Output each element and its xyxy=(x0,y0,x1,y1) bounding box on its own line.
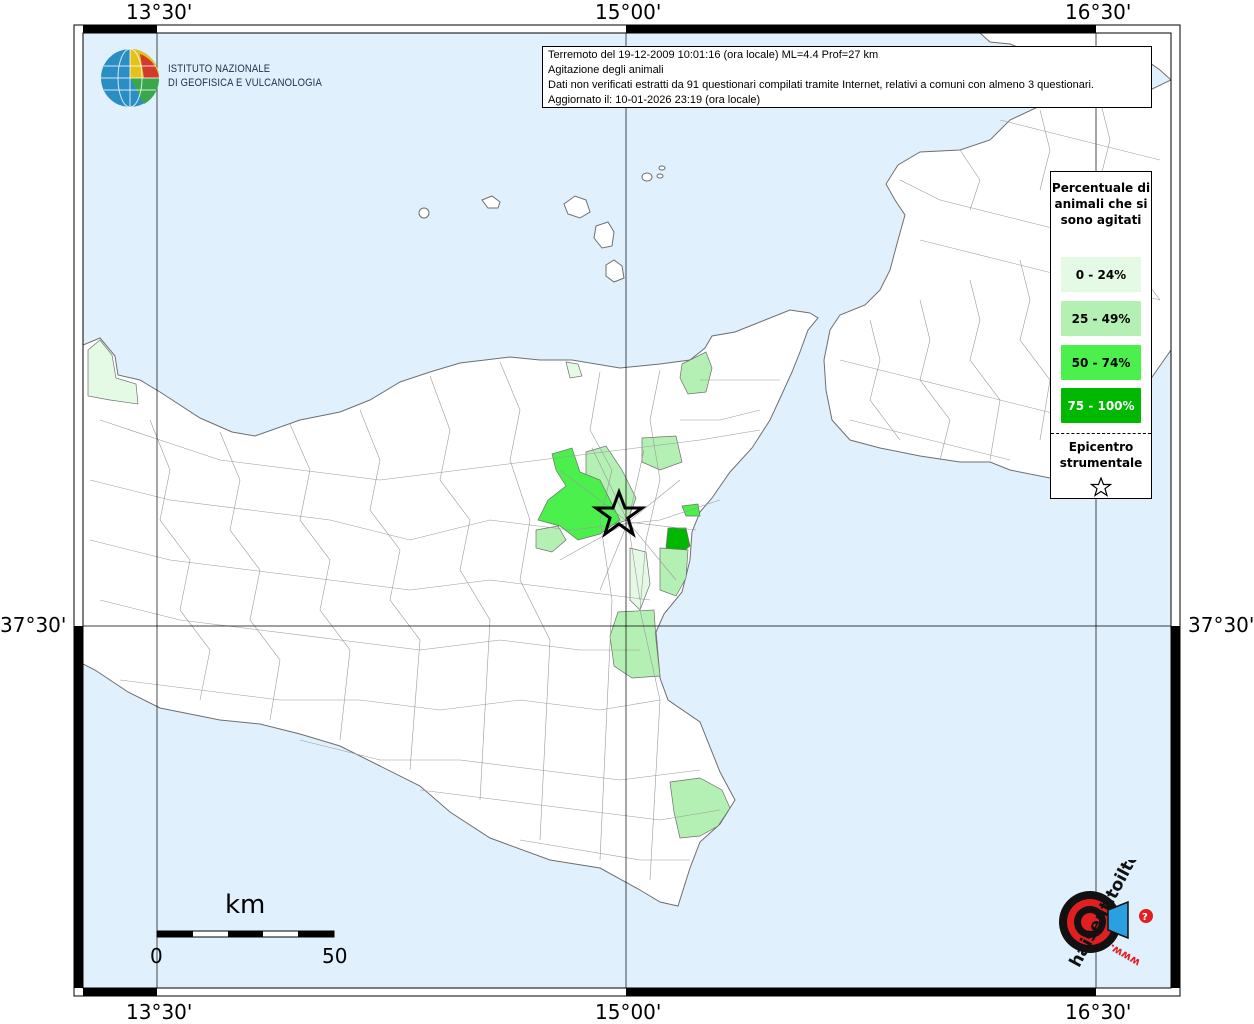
haisentito-logo-url: www. xyxy=(1107,941,1143,969)
data-note: Dati non verificati estratti da 91 quest… xyxy=(548,79,1094,91)
scale-start: 0 xyxy=(150,944,163,968)
legend-title: Percentuale di animali che si sono agita… xyxy=(1051,181,1151,227)
legend-class-0: 0 - 24% xyxy=(1061,257,1141,292)
lat-label-right: 37°30' xyxy=(1188,613,1254,637)
lon-label-top-3: 16°30' xyxy=(1065,0,1132,24)
lon-label-top-2: 15°00' xyxy=(595,0,662,24)
ingv-logo-line1: ISTITUTO NAZIONALE xyxy=(168,63,271,75)
lon-label-bottom-3: 16°30' xyxy=(1065,1000,1132,1024)
haisentito-target-icon: ? haisentitoilterremoto.it www. xyxy=(1059,762,1190,971)
legend-star-icon xyxy=(1090,477,1112,497)
ingv-logo-line2: DI GEOFISICA E VULCANOLOGIA xyxy=(168,77,322,89)
legend-class-2-label: 50 - 74% xyxy=(1071,355,1131,370)
scale-bar xyxy=(156,930,335,938)
legend-separator xyxy=(1051,433,1151,434)
legend-class-1: 25 - 49% xyxy=(1061,301,1141,336)
legend-class-1-label: 25 - 49% xyxy=(1071,311,1131,326)
lon-label-top-1: 13°30' xyxy=(126,0,193,24)
lat-label-left: 37°30' xyxy=(0,613,67,637)
legend-epicenter-label: Epicentro strumentale xyxy=(1059,440,1143,470)
svg-text:?: ? xyxy=(1142,912,1148,923)
ingv-logo: ISTITUTO NAZIONALE DI GEOFISICA E VULCAN… xyxy=(100,48,322,108)
event-info-box: Terremoto del 19-12-2009 10:01:16 (ora l… xyxy=(542,46,1152,108)
event-title: Terremoto del 19-12-2009 10:01:16 (ora l… xyxy=(548,49,879,61)
legend-class-0-label: 0 - 24% xyxy=(1075,267,1127,282)
ingv-globe-icon xyxy=(101,48,160,108)
legend: Percentuale di animali che si sono agita… xyxy=(1050,171,1152,499)
legend-class-2: 50 - 74% xyxy=(1061,345,1141,380)
svg-text:www.: www. xyxy=(1107,941,1143,969)
legend-class-3: 75 - 100% xyxy=(1061,388,1141,423)
legend-class-3-label: 75 - 100% xyxy=(1067,398,1135,413)
scale-end: 50 xyxy=(322,944,348,968)
update-time: Aggiornato il: 10-01-2026 23:19 (ora loc… xyxy=(548,94,761,106)
region-catania xyxy=(609,609,661,679)
lon-label-bottom-2: 15°00' xyxy=(595,1000,662,1024)
lon-label-bottom-1: 13°30' xyxy=(126,1000,193,1024)
scale-unit: km xyxy=(225,890,266,920)
map-subtitle: Agitazione degli animali xyxy=(548,64,664,76)
haisentito-logo[interactable]: ? haisentitoilterremoto.it www. xyxy=(1028,762,1190,980)
